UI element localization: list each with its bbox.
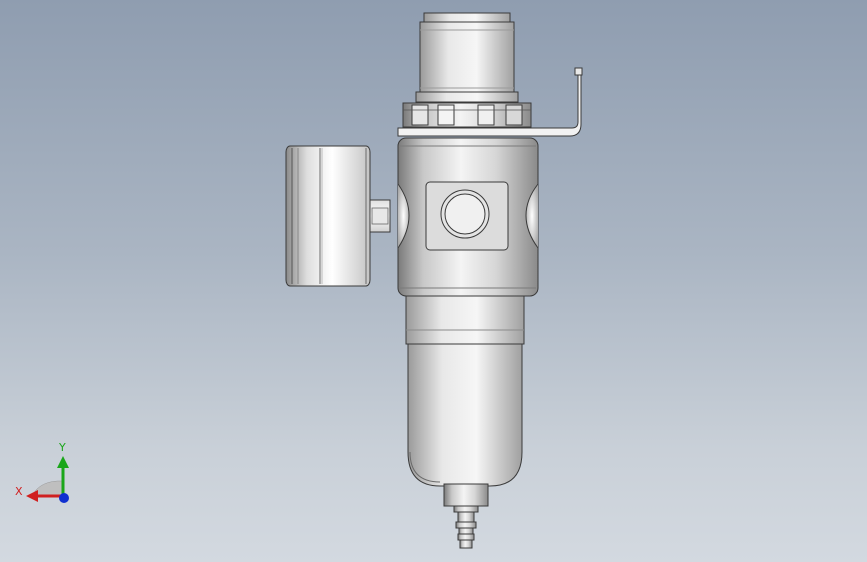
drain-fitting[interactable] [443, 483, 489, 549]
graphics-viewport[interactable]: X Y [0, 0, 867, 562]
bowl-collar [405, 295, 525, 345]
pressure-gauge[interactable] [285, 145, 391, 287]
y-axis-arrow [57, 456, 69, 468]
regulator-body[interactable] [397, 137, 539, 297]
orientation-triad: X Y [10, 440, 80, 510]
adjustment-knob[interactable] [415, 12, 519, 103]
lock-ring [402, 102, 532, 128]
x-axis-label: X [15, 485, 23, 498]
filter-regulator-model[interactable] [0, 0, 867, 562]
y-axis-label: Y [59, 441, 66, 454]
filter-bowl[interactable] [407, 343, 523, 487]
x-axis-arrow [26, 490, 38, 502]
z-axis-dot [59, 493, 69, 503]
triad-axes [26, 456, 69, 503]
